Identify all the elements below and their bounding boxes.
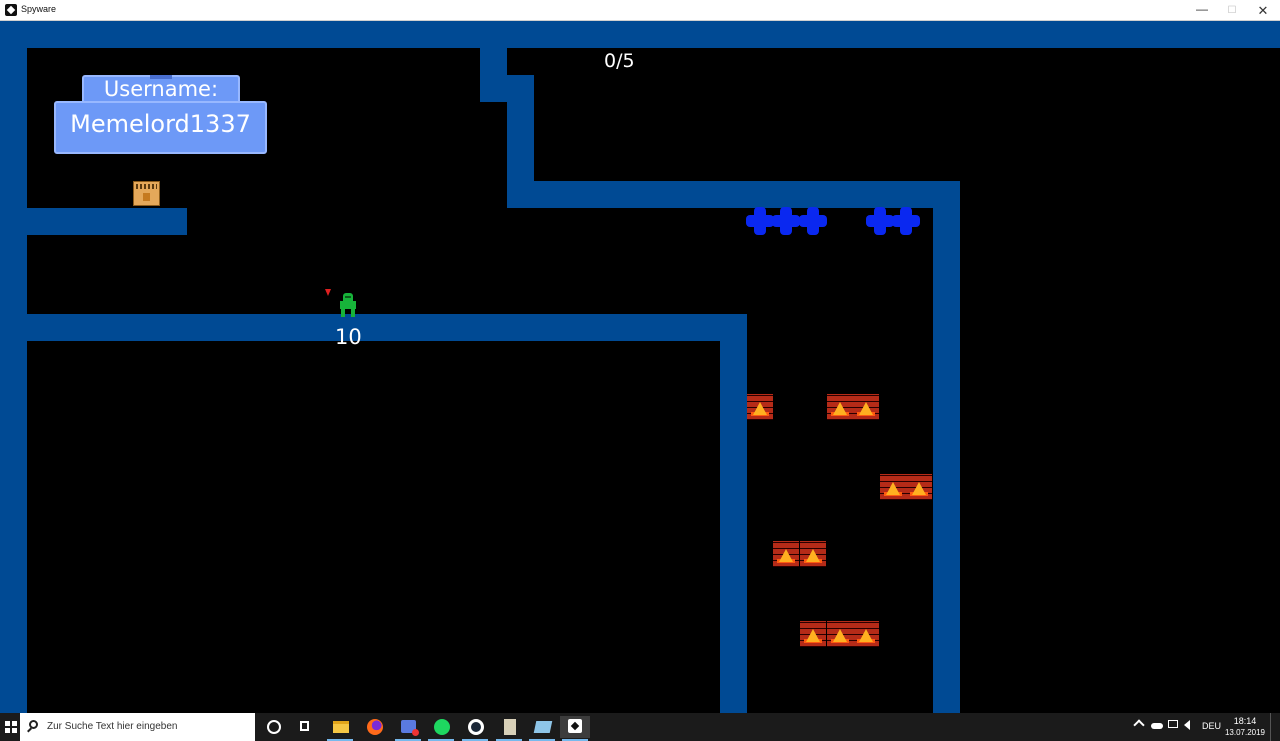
onedrive-cloud-icon[interactable] [1151,723,1163,729]
search-placeholder: Zur Suche Text hier eingeben [47,721,178,732]
health-cross-icon [746,207,774,235]
taskbar: Zur Suche Text hier eingeben DEU 18:14 1… [0,713,1280,741]
health-cross-icon [772,207,800,235]
taskbar-search-box[interactable]: Zur Suche Text hier eingeben [20,713,255,741]
wall-upper-horizontal [507,181,960,208]
windows-start-icon[interactable] [5,721,17,733]
volume-icon[interactable] [1184,720,1190,730]
player-direction-marker-icon [325,289,331,296]
window-title: Spyware [21,4,57,14]
username-label: Username: [103,77,219,101]
maximize-button[interactable]: ☐ [1216,0,1248,21]
window-titlebar: Spyware — ☐ ✕ [0,0,1280,21]
fire-trap-icon [853,394,879,420]
photos-icon[interactable] [527,716,557,741]
snipping-tool-icon[interactable] [393,716,423,741]
game-canvas[interactable]: 0/5 Username: Memelord1337 10 [0,21,1280,713]
clock-date[interactable]: 13.07.2019 [1222,728,1268,737]
minimize-button[interactable]: — [1186,0,1218,21]
spotify-icon[interactable] [426,716,456,741]
spyware-app-icon[interactable] [560,716,590,741]
app-icon [5,4,17,16]
fire-trap-icon [906,474,932,500]
wall-middle [0,314,747,341]
wall-vertical-right [933,181,960,713]
chest-icon [133,181,160,206]
fire-trap-icon [773,541,799,567]
fire-trap-icon [827,394,853,420]
file-explorer-icon[interactable] [325,716,355,741]
collected-counter: 0/5 [604,50,635,72]
tray-chevron-up-icon[interactable] [1133,719,1145,731]
network-icon[interactable] [1168,720,1178,728]
wall-top [0,21,1280,48]
health-cross-icon [866,207,894,235]
close-button[interactable]: ✕ [1247,0,1279,21]
player-value: 10 [335,325,362,349]
wall-vertical-inner [720,314,747,713]
task-view-icon[interactable] [290,716,320,738]
fire-trap-icon [800,541,826,567]
cortana-icon[interactable] [258,716,288,738]
show-desktop-button[interactable] [1270,713,1280,741]
fire-trap-icon [880,474,906,500]
clock-time[interactable]: 18:14 [1226,716,1264,726]
firefox-icon[interactable] [359,716,389,738]
notepad-icon[interactable] [494,716,524,741]
fire-trap-icon [853,621,879,647]
username-value: Memelord1337 [70,110,251,138]
fire-trap-icon [800,621,826,647]
wall-ledge [0,208,187,235]
wall-left [0,21,27,713]
search-icon [29,720,38,729]
steam-icon[interactable] [460,716,490,741]
fire-trap-icon [827,621,853,647]
health-cross-icon [799,207,827,235]
input-language[interactable]: DEU [1202,721,1221,731]
health-cross-icon [892,207,920,235]
fire-trap-icon [747,394,773,420]
player-icon [338,293,358,317]
